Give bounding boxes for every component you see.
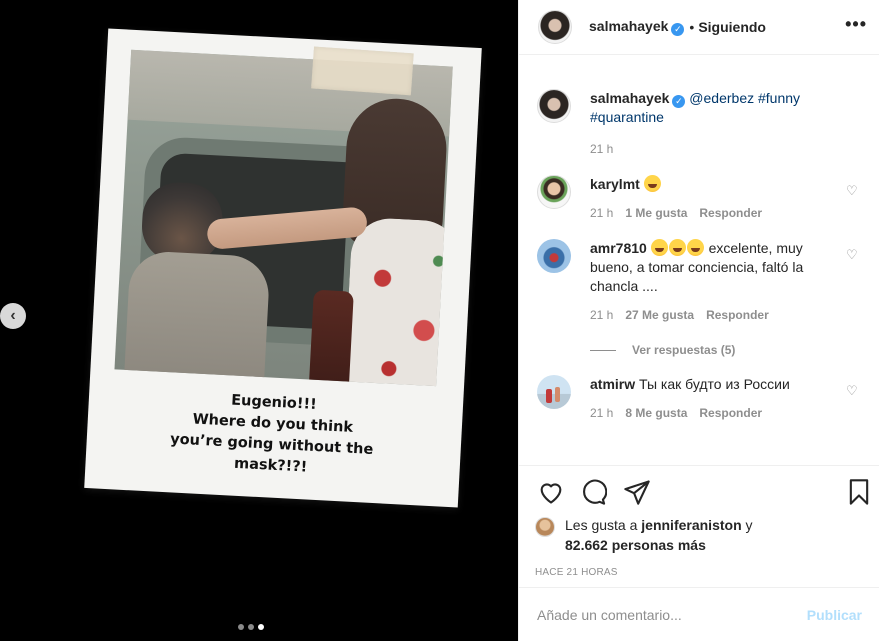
mention-link[interactable]: @ederbez (689, 90, 754, 106)
hashtag-link[interactable]: #funny (758, 90, 800, 106)
reply-button[interactable]: Responder (699, 404, 762, 423)
avatar[interactable] (535, 517, 555, 537)
avatar[interactable] (537, 175, 571, 209)
carousel-dot (238, 624, 244, 630)
previous-slide-button[interactable]: ‹ (0, 303, 26, 329)
hashtag-link[interactable]: #quarantine (590, 109, 664, 125)
likes-summary: Les gusta a jenniferaniston y 82.662 per… (535, 515, 864, 555)
comment-likes[interactable]: 27 Me gusta (625, 306, 694, 325)
comment-username[interactable]: karylmt (590, 176, 640, 192)
comment-text: Ты как будто из России (639, 376, 790, 392)
video-frame (114, 49, 453, 387)
add-comment-bar: Publicar (519, 587, 879, 641)
heart-icon[interactable]: ♡ (846, 247, 858, 262)
carousel-dot-active (258, 624, 264, 630)
comment-likes[interactable]: 8 Me gusta (625, 404, 687, 423)
following-button[interactable]: Siguiendo (698, 19, 766, 35)
username-text[interactable]: salmahayek (589, 18, 668, 34)
reply-button[interactable]: Responder (706, 306, 769, 325)
photo-bag (308, 289, 354, 387)
replies-divider (590, 349, 616, 351)
carousel-dots (238, 624, 264, 630)
share-icon[interactable] (623, 478, 651, 506)
tape (311, 46, 414, 96)
comment-time[interactable]: 21 h (590, 306, 613, 325)
post-header: salmahayek ✓ • Siguiendo ••• (519, 0, 879, 55)
comment-username[interactable]: amr7810 (590, 240, 647, 256)
comment-icon[interactable] (579, 478, 607, 506)
heart-icon[interactable]: ♡ (846, 183, 858, 198)
comment-username[interactable]: atmirw (590, 376, 635, 392)
laughing-emoji-icon (643, 175, 661, 192)
polaroid-frame: Eugenio!!! Where do you think you’re goi… (84, 28, 482, 508)
avatar[interactable] (537, 239, 571, 273)
post-media[interactable]: Eugenio!!! Where do you think you’re goi… (0, 0, 518, 641)
caption-username[interactable]: salmahayek (590, 90, 669, 106)
comment-item: atmirw Ты как будто из России 21 h 8 Me … (537, 375, 864, 423)
comment-time[interactable]: 21 h (590, 204, 613, 223)
post-comment-button[interactable]: Publicar (807, 607, 862, 623)
photo-man (123, 180, 271, 387)
post-actions: Les gusta a jenniferaniston y 82.662 per… (519, 465, 879, 585)
heart-icon[interactable] (537, 478, 565, 506)
comment-item: amr7810 excelente, muy bueno, a tomar co… (537, 239, 864, 325)
chevron-left-icon: ‹ (10, 307, 16, 324)
bookmark-icon[interactable] (845, 478, 873, 506)
caption-time[interactable]: 21 h (590, 140, 613, 159)
verified-badge-icon: ✓ (672, 95, 686, 108)
post-timestamp[interactable]: HACE 21 HORAS (535, 567, 864, 578)
comment-likes[interactable]: 1 Me gusta (625, 204, 687, 223)
comments-list[interactable]: salmahayek ✓ @ederbez #funny #quarantine … (519, 55, 879, 465)
action-icons (535, 466, 869, 516)
carousel-dot (248, 624, 254, 630)
likes-prefix: Les gusta a (565, 517, 638, 533)
verified-badge-icon: ✓ (671, 23, 685, 36)
likes-suffix: y (745, 517, 753, 533)
avatar[interactable] (537, 89, 571, 123)
rofl-emoji-icon (650, 239, 668, 256)
liker-username[interactable]: jenniferaniston (641, 517, 741, 533)
avatar[interactable] (538, 10, 572, 44)
rofl-emoji-icon (686, 239, 704, 256)
view-replies-button[interactable]: Ver respuestas (5) (590, 343, 864, 357)
polaroid-caption: Eugenio!!! Where do you think you’re goi… (105, 384, 439, 485)
likes-count-button[interactable]: 82.662 personas más (565, 537, 706, 553)
post-caption: salmahayek ✓ @ederbez #funny #quarantine … (537, 89, 864, 159)
separator: • (689, 19, 695, 35)
comment-input[interactable] (537, 606, 807, 623)
post-panel: salmahayek ✓ • Siguiendo ••• salmahayek ✓ … (518, 0, 879, 641)
comment-item: karylmt 21 h 1 Me gusta Responder ♡ (537, 175, 864, 223)
more-options-icon[interactable]: ••• (845, 14, 867, 35)
avatar[interactable] (537, 375, 571, 409)
header-username[interactable]: salmahayek ✓ (589, 18, 685, 36)
heart-icon[interactable]: ♡ (846, 383, 858, 398)
rofl-emoji-icon (668, 239, 686, 256)
view-replies-label[interactable]: Ver respuestas (5) (632, 343, 735, 357)
reply-button[interactable]: Responder (699, 204, 762, 223)
comment-time[interactable]: 21 h (590, 404, 613, 423)
